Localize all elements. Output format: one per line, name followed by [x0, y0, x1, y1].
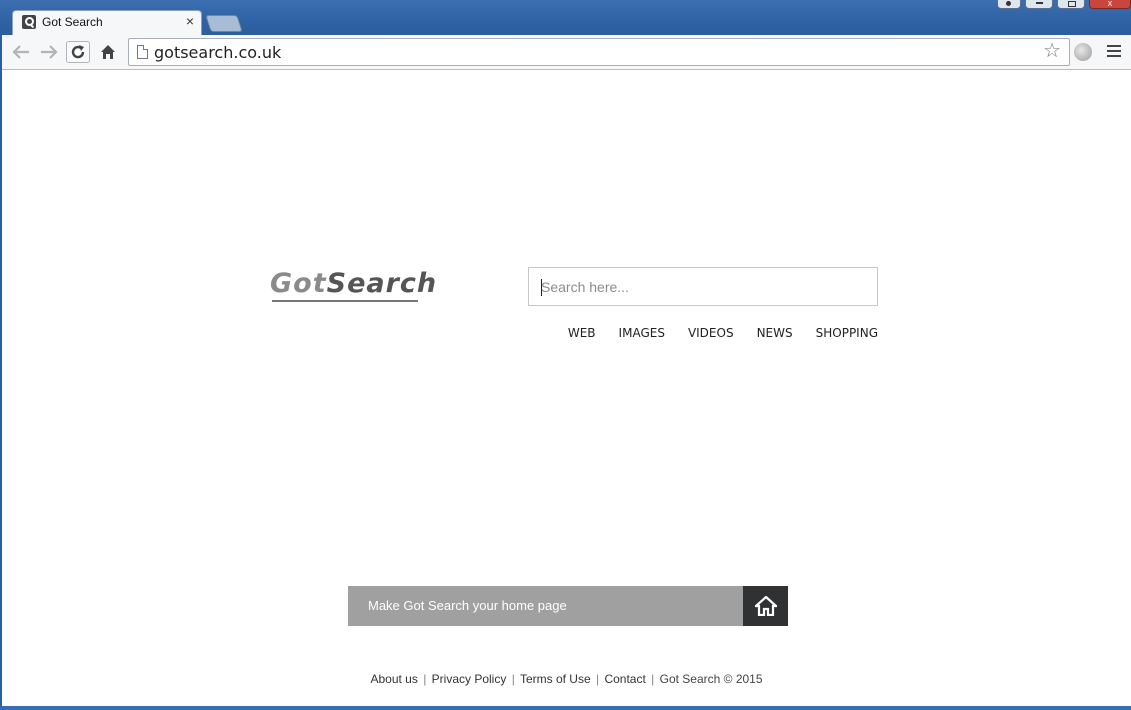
gotsearch-logo[interactable]: GotSearch — [270, 268, 437, 299]
category-videos[interactable]: VIDEOS — [688, 326, 734, 340]
tab-title: Got Search — [42, 15, 103, 29]
home-icon — [754, 596, 777, 616]
footer-link-about[interactable]: About us — [370, 672, 417, 686]
footer-separator: | — [423, 672, 427, 686]
footer-link-contact[interactable]: Contact — [604, 672, 645, 686]
forward-button[interactable] — [37, 41, 61, 63]
logo-part-search: Search — [326, 268, 438, 299]
make-homepage-button[interactable] — [743, 586, 788, 626]
browser-tab[interactable]: Got Search × — [12, 10, 202, 36]
user-profile-button[interactable] — [997, 0, 1021, 9]
magnifier-icon — [22, 15, 36, 29]
back-arrow-icon — [12, 45, 29, 59]
reload-icon — [71, 45, 85, 59]
maximize-button[interactable] — [1057, 0, 1085, 9]
footer-copyright: Got Search © 2015 — [659, 672, 763, 686]
make-homepage-bar[interactable]: Make Got Search your home page — [348, 586, 788, 626]
footer-link-terms[interactable]: Terms of Use — [520, 672, 591, 686]
home-button[interactable] — [96, 41, 120, 63]
logo-part-got: Got — [270, 268, 327, 299]
logo-underline — [272, 300, 418, 302]
footer-separator: | — [595, 672, 600, 686]
search-box[interactable] — [528, 267, 878, 306]
reload-button[interactable] — [66, 41, 90, 63]
new-tab-button[interactable] — [205, 15, 243, 32]
globe-extension-icon[interactable] — [1074, 43, 1092, 61]
browser-toolbar: gotsearch.co.uk ☆ — [2, 35, 1131, 70]
make-homepage-label[interactable]: Make Got Search your home page — [348, 586, 743, 626]
footer-separator: | — [651, 672, 655, 686]
page-content: GotSearch WEB IMAGES VIDEOS NEWS SHOPPIN… — [2, 70, 1131, 706]
category-web[interactable]: WEB — [568, 326, 596, 340]
search-categories: WEB IMAGES VIDEOS NEWS SHOPPING — [528, 326, 878, 340]
category-news[interactable]: NEWS — [757, 326, 793, 340]
category-images[interactable]: IMAGES — [619, 326, 665, 340]
forward-arrow-icon — [41, 45, 58, 59]
home-icon — [101, 45, 115, 59]
window-controls: x — [997, 0, 1131, 9]
footer-link-privacy[interactable]: Privacy Policy — [432, 672, 507, 686]
minimize-button[interactable] — [1025, 0, 1053, 9]
back-button[interactable] — [9, 41, 33, 63]
url-text[interactable]: gotsearch.co.uk — [154, 43, 281, 62]
text-caret — [541, 279, 542, 296]
close-window-button[interactable]: x — [1089, 0, 1131, 9]
hamburger-menu-icon[interactable] — [1107, 45, 1121, 60]
category-shopping[interactable]: SHOPPING — [816, 326, 878, 340]
window-titlebar: x Got Search × — [0, 0, 1131, 36]
star-icon[interactable]: ☆ — [1043, 40, 1061, 62]
search-input[interactable] — [529, 268, 877, 305]
window-bottom-edge — [0, 706, 1131, 710]
address-bar[interactable]: gotsearch.co.uk ☆ — [128, 38, 1070, 66]
tab-close-icon[interactable]: × — [186, 13, 194, 29]
page-icon — [137, 45, 148, 59]
footer-separator: | — [511, 672, 515, 686]
footer: About us | Privacy Policy | Terms of Use… — [2, 672, 1131, 686]
